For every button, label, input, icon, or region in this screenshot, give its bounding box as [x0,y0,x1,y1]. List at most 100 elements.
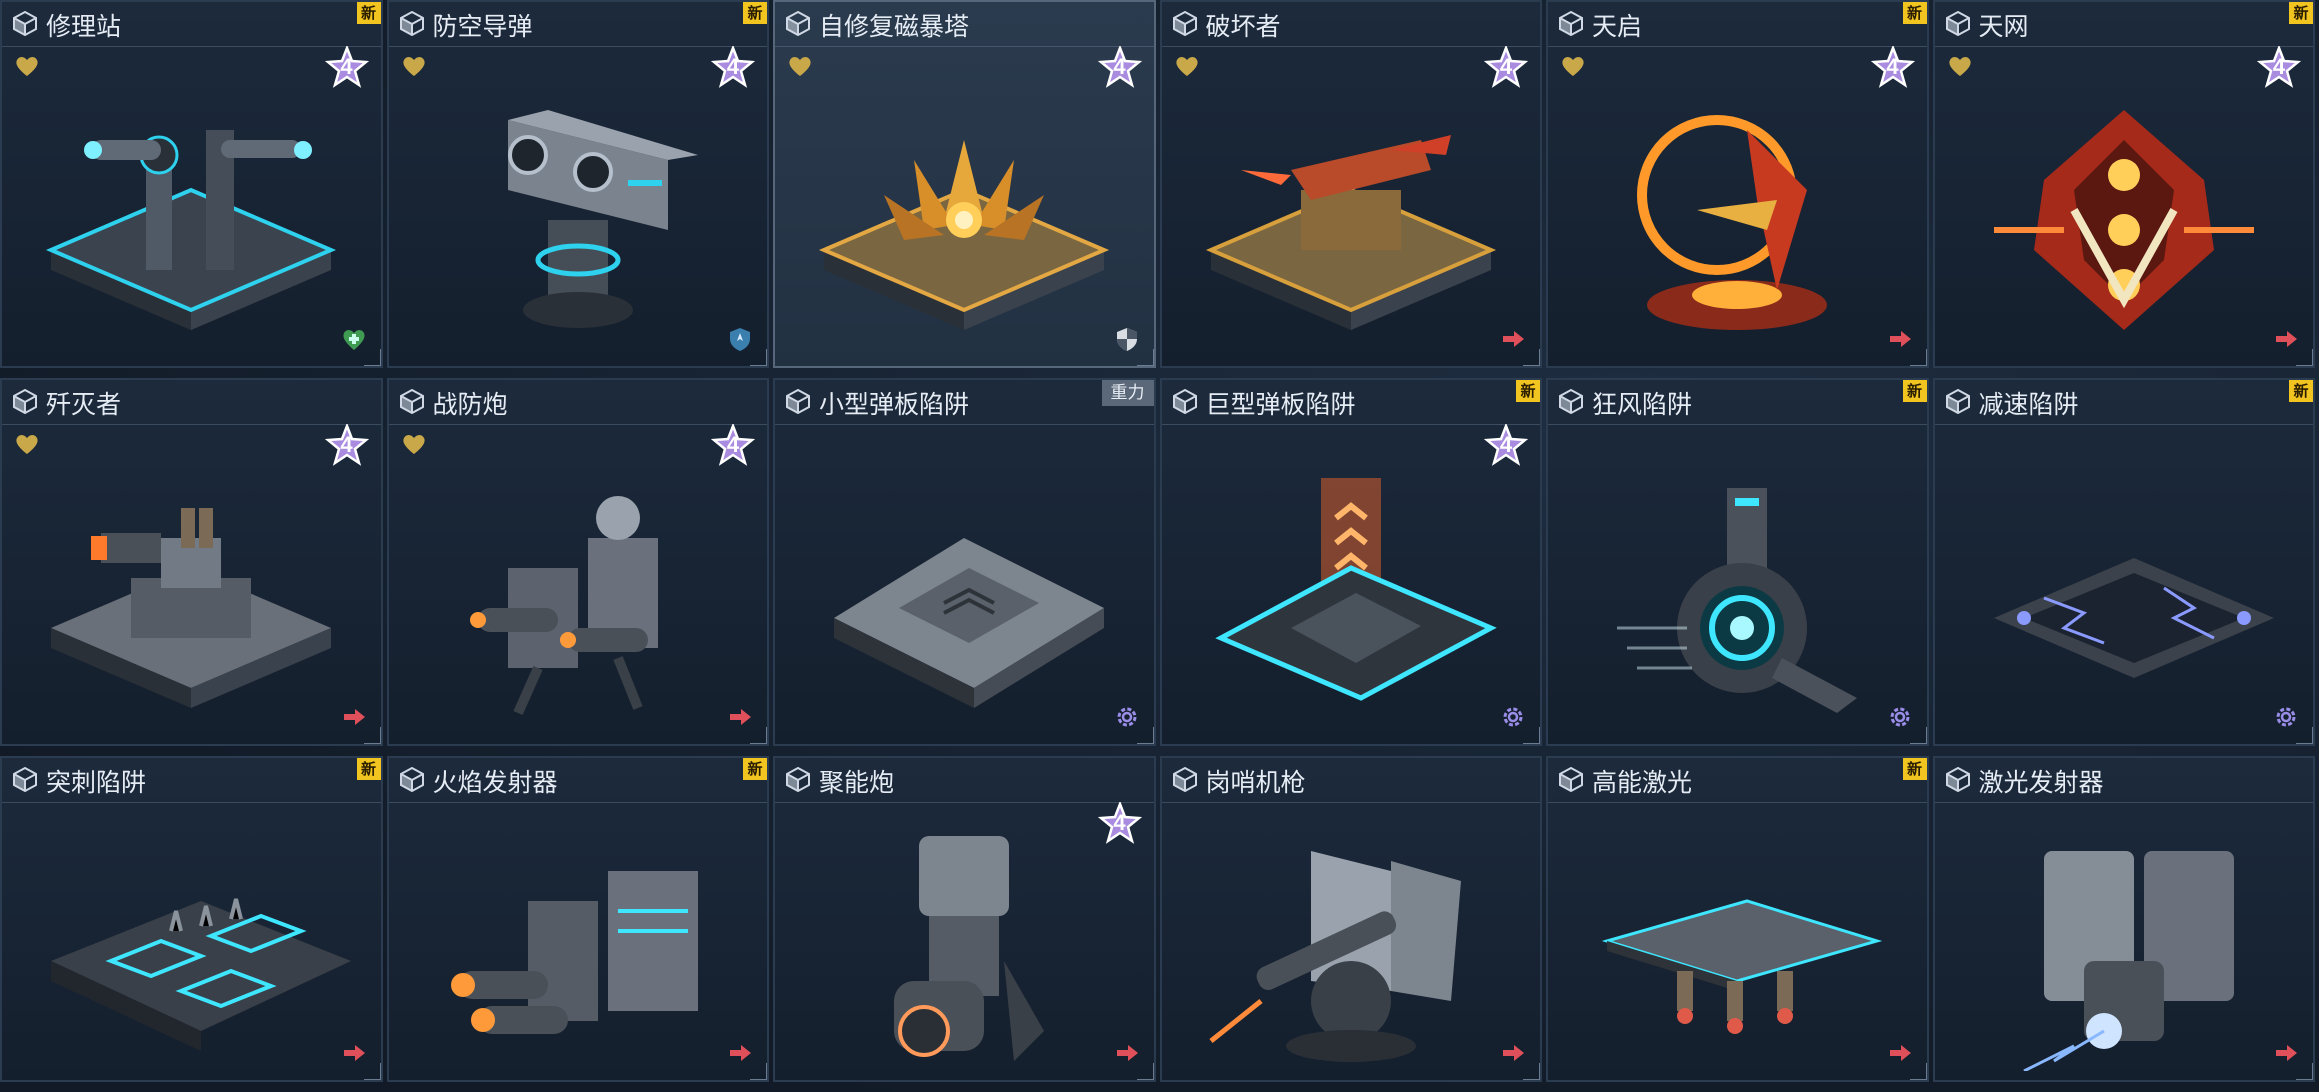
turret-image [1215,478,1497,702]
turret-card[interactable]: 巨型弹板陷阱 新 4 [1159,378,1542,746]
turret-card[interactable]: 聚能炮 4 [773,756,1156,1082]
turret-image [2023,851,2234,1072]
card-header: 天启 新 [1548,2,1927,47]
card-title: 战防炮 [432,390,508,419]
card-title: 聚能炮 [819,768,895,797]
favorite-heart-icon[interactable] [401,432,427,456]
turret-card[interactable]: 天网 新 4 [1932,0,2315,368]
cube-icon [1945,10,1971,37]
new-badge: 新 [1902,758,1927,780]
turret-image [1993,558,2274,679]
card-header: 高能激光 新 [1548,758,1927,803]
gear-icon [1114,704,1140,730]
cube-icon [1558,766,1584,793]
favorite-heart-icon[interactable] [787,54,813,78]
card-title: 狂风陷阱 [1592,390,1693,419]
turret-image [894,836,1045,1062]
tier-level: 4 [2272,54,2286,79]
new-badge: 新 [356,2,381,24]
turret-image [507,110,698,329]
favorite-heart-icon[interactable] [1174,54,1200,78]
card-title: 破坏者 [1205,12,1281,41]
favorite-heart-icon[interactable] [1947,54,1973,78]
turret-card[interactable]: 突刺陷阱 新 [0,756,383,1082]
turret-grid: 修理站 新 4 防空导弹 新 4 自修复磁暴塔 4 破坏者 4 天启 新 4 天… [0,0,2319,1092]
turret-image [469,496,658,716]
turret-image [450,871,698,1035]
card-header: 战防炮 [388,380,767,425]
turret-image [1209,851,1461,1063]
new-badge: 新 [1902,380,1927,402]
heal-cross-icon [341,326,367,352]
turret-card[interactable]: 岗哨机枪 [1159,756,1542,1082]
turret-card[interactable]: 破坏者 4 [1159,0,1542,368]
turret-card[interactable]: 激光发射器 [1932,756,2315,1082]
gear-icon [1500,704,1526,730]
card-header: 防空导弹 新 [388,2,767,47]
turret-image [1205,135,1496,331]
turret-card[interactable]: 战防炮 4 [386,378,769,746]
card-title: 小型弹板陷阱 [819,390,970,419]
tier-star-icon: 4 [1483,44,1529,88]
turret-card[interactable]: 狂风陷阱 新 [1546,378,1929,746]
arrow-icon [727,1040,753,1066]
turret-image [1617,488,1858,714]
card-header: 岗哨机枪 [1161,758,1540,803]
turret-card[interactable]: 小型弹板陷阱 重力 [773,378,1156,746]
turret-card[interactable]: 减速陷阱 新 [1932,378,2315,746]
turret-card[interactable]: 高能激光 新 [1546,756,1929,1082]
cube-icon [1945,388,1971,415]
tier-star-icon: 4 [324,44,369,88]
turret-card[interactable]: 修理站 新 4 [0,0,383,368]
card-header: 歼灭者 [2,380,381,425]
arrow-icon [1887,1040,1913,1066]
cube-icon [12,10,38,37]
favorite-heart-icon[interactable] [14,432,40,456]
new-badge: 新 [743,2,767,24]
tier-level: 4 [340,54,353,79]
arrow-icon [2273,326,2299,352]
new-badge: 新 [1902,2,1927,24]
arrow-icon [727,704,753,730]
favorite-heart-icon[interactable] [401,54,427,78]
cube-icon [399,766,425,793]
card-header: 减速陷阱 新 [1934,380,2313,425]
cube-icon [1945,766,1971,793]
turret-card[interactable]: 天启 新 4 [1546,0,1929,368]
arrow-icon [1500,326,1526,352]
card-title: 防空导弹 [432,12,533,41]
shield-icon [1114,326,1140,352]
favorite-heart-icon[interactable] [14,54,40,78]
tier-star-icon: 4 [2256,44,2302,88]
new-badge: 新 [2289,380,2313,402]
tier-level: 4 [1886,54,1899,79]
cube-icon [1172,388,1198,415]
gear-icon [1887,704,1913,730]
tier-star-icon: 4 [710,422,756,466]
tier-star-icon: 4 [1483,422,1529,466]
card-header: 狂风陷阱 新 [1548,380,1927,425]
tier-star-icon: 4 [1097,44,1142,88]
card-title: 歼灭者 [46,390,122,419]
card-title: 岗哨机枪 [1205,768,1306,797]
arrow-icon [341,1040,367,1066]
cube-icon [1172,10,1198,37]
turret-image [834,538,1105,709]
card-header: 聚能炮 [775,758,1154,803]
turret-card[interactable]: 歼灭者 4 [0,378,383,746]
tier-star-icon: 4 [1870,44,1915,88]
turret-image [1601,899,1883,1035]
new-badge: 新 [1516,380,1540,402]
turret-card[interactable]: 火焰发射器 新 [386,756,769,1082]
card-header: 突刺陷阱 新 [2,758,381,803]
turret-card[interactable]: 防空导弹 新 4 [386,0,769,368]
tier-level: 4 [726,432,740,457]
card-title: 高能激光 [1592,768,1693,797]
turret-card[interactable]: 自修复磁暴塔 4 [773,0,1156,368]
card-title: 天启 [1592,12,1643,41]
new-badge: 新 [2289,2,2313,24]
cube-icon [785,766,811,793]
arrow-icon [1887,326,1913,352]
cube-icon [785,10,811,37]
favorite-heart-icon[interactable] [1560,54,1586,78]
